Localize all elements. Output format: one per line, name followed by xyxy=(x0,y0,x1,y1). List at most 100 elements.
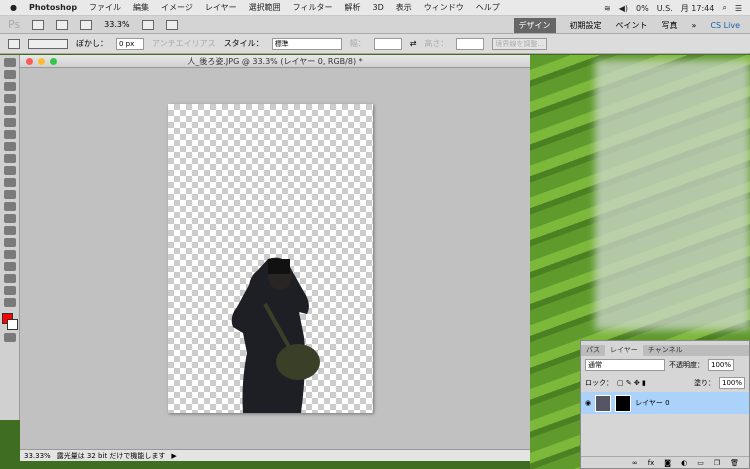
selection-mode-icons[interactable] xyxy=(28,38,68,49)
mini-bridge-icon[interactable] xyxy=(56,19,69,30)
marquee-preset-icon[interactable] xyxy=(8,38,20,49)
layers-footer: ∞ fx ◙ ◐ ▭ ❐ 🗑 xyxy=(581,456,749,468)
apple-icon[interactable]: ● xyxy=(10,3,17,12)
layer-row[interactable]: ◉ レイヤー 0 xyxy=(581,392,749,414)
screen-mode-icon[interactable] xyxy=(165,19,178,30)
menu-view[interactable]: 表示 xyxy=(396,2,412,13)
lock-icons[interactable]: ▢ ✎ ✥ ▮ xyxy=(617,379,646,387)
height-input[interactable] xyxy=(456,37,485,50)
crop-tool-icon[interactable] xyxy=(4,106,16,115)
background-color-swatch[interactable] xyxy=(7,319,18,330)
blend-mode-select[interactable]: 通常 xyxy=(585,359,665,371)
hand-tool-icon[interactable] xyxy=(4,286,16,295)
document-titlebar[interactable]: 人_後ろ姿.JPG @ 33.3% (レイヤー 0, RGB/8) * xyxy=(20,55,530,68)
lock-label: ロック： xyxy=(585,379,613,387)
menu-select[interactable]: 選択範囲 xyxy=(249,2,281,13)
pen-tool-icon[interactable] xyxy=(4,214,16,223)
search-icon[interactable]: ⌕ xyxy=(722,3,726,13)
3d-rotate-icon[interactable] xyxy=(4,262,16,271)
adjustment-icon[interactable]: ◐ xyxy=(681,459,687,467)
tab-channels[interactable]: チャンネル xyxy=(643,345,688,356)
status-bar: 33.33% 露光量は 32 bit だけで機能します ▶ xyxy=(20,449,530,461)
healing-tool-icon[interactable] xyxy=(4,130,16,139)
opacity-input[interactable]: 100% xyxy=(708,359,735,371)
zoom-tool-icon[interactable] xyxy=(4,298,16,307)
document-window: 人_後ろ姿.JPG @ 33.3% (レイヤー 0, RGB/8) * 33.3… xyxy=(20,55,530,461)
gradient-tool-icon[interactable] xyxy=(4,190,16,199)
fill-label: 塗り： xyxy=(693,379,715,387)
new-layer-icon[interactable]: ❐ xyxy=(714,459,720,467)
quick-select-tool-icon[interactable] xyxy=(4,94,16,103)
arrange-icon[interactable] xyxy=(141,19,154,30)
width-label: 幅： xyxy=(349,39,366,48)
menu-3d[interactable]: 3D xyxy=(373,3,384,12)
menu-image[interactable]: イメージ xyxy=(161,2,193,13)
eye-icon[interactable]: ◉ xyxy=(585,399,591,407)
menu-app[interactable]: Photoshop xyxy=(29,3,77,12)
workspace-photography[interactable]: 写真 xyxy=(662,20,678,31)
tab-layers[interactable]: レイヤー xyxy=(605,345,643,356)
close-button[interactable] xyxy=(26,58,33,65)
antialias-checkbox[interactable]: アンチエイリアス xyxy=(152,38,216,49)
zoom-button[interactable] xyxy=(50,58,57,65)
workspace-design[interactable]: デザイン xyxy=(513,17,556,33)
trash-icon[interactable]: 🗑 xyxy=(730,459,739,467)
menu-file[interactable]: ファイル xyxy=(89,2,121,13)
wifi-icon[interactable]: ≋ xyxy=(604,4,611,13)
more-workspaces[interactable]: » xyxy=(692,21,697,30)
width-input[interactable] xyxy=(373,37,402,50)
link-icon[interactable]: ∞ xyxy=(632,459,638,467)
zoom-select[interactable]: 33.3% xyxy=(104,20,129,29)
marquee-tool-icon[interactable] xyxy=(4,70,16,79)
bridge-icon[interactable] xyxy=(32,19,45,30)
mask-icon[interactable]: ◙ xyxy=(664,459,671,467)
tab-paths[interactable]: パス xyxy=(581,345,605,356)
refine-edge-button[interactable]: 境界線を調整... xyxy=(492,37,548,50)
dodge-tool-icon[interactable] xyxy=(4,202,16,211)
input-source[interactable]: U.S. xyxy=(657,4,673,13)
history-brush-icon[interactable] xyxy=(4,166,16,175)
lasso-tool-icon[interactable] xyxy=(4,82,16,91)
zoom-level[interactable]: 33.33% xyxy=(24,452,51,460)
3d-orbit-icon[interactable] xyxy=(4,274,16,283)
menu-help[interactable]: ヘルプ xyxy=(476,2,500,13)
ps-logo: Ps xyxy=(8,18,21,31)
quick-mask-icon[interactable] xyxy=(4,333,16,342)
minimize-button[interactable] xyxy=(38,58,45,65)
move-tool-icon[interactable] xyxy=(4,58,16,67)
shape-tool-icon[interactable] xyxy=(4,250,16,259)
folder-icon[interactable]: ▭ xyxy=(697,459,704,467)
list-icon[interactable]: ☰ xyxy=(735,4,742,13)
style-select[interactable]: 標準 xyxy=(271,37,342,50)
options-bar: ぼかし： 0 px アンチエイリアス スタイル： 標準 幅： ⇄ 高さ： 境界線… xyxy=(0,34,750,54)
type-tool-icon[interactable] xyxy=(4,226,16,235)
eraser-tool-icon[interactable] xyxy=(4,178,16,187)
style-label: スタイル： xyxy=(223,39,264,48)
volume-icon[interactable]: ◀) xyxy=(619,4,628,13)
eyedropper-tool-icon[interactable] xyxy=(4,118,16,127)
workspace-painting[interactable]: ペイント xyxy=(616,20,648,31)
brush-tool-icon[interactable] xyxy=(4,142,16,151)
layer-mask-thumbnail[interactable] xyxy=(615,394,632,412)
fill-input[interactable]: 100% xyxy=(718,377,745,389)
menu-analysis[interactable]: 解析 xyxy=(345,2,361,13)
document-canvas[interactable] xyxy=(168,104,373,413)
stamp-tool-icon[interactable] xyxy=(4,154,16,163)
battery-text[interactable]: 0% xyxy=(636,4,649,13)
clock[interactable]: 月 17:44 xyxy=(681,3,715,14)
workspace-essentials[interactable]: 初期設定 xyxy=(570,20,602,31)
cs-live-button[interactable]: CS Live xyxy=(710,21,740,30)
menu-layer[interactable]: レイヤー xyxy=(205,2,237,13)
swap-icon[interactable]: ⇄ xyxy=(410,39,417,48)
view-extras-icon[interactable] xyxy=(80,19,93,30)
status-message: 露光量は 32 bit だけで機能します xyxy=(56,451,166,460)
feather-label: ぼかし： xyxy=(76,39,108,48)
menu-window[interactable]: ウィンドウ xyxy=(424,2,464,13)
feather-input[interactable]: 0 px xyxy=(116,37,144,50)
path-select-icon[interactable] xyxy=(4,238,16,247)
menu-edit[interactable]: 編集 xyxy=(133,2,149,13)
status-menu-arrow[interactable]: ▶ xyxy=(171,452,176,460)
fx-icon[interactable]: fx xyxy=(648,459,655,467)
menu-filter[interactable]: フィルター xyxy=(293,2,333,13)
layer-name[interactable]: レイヤー 0 xyxy=(635,398,669,408)
